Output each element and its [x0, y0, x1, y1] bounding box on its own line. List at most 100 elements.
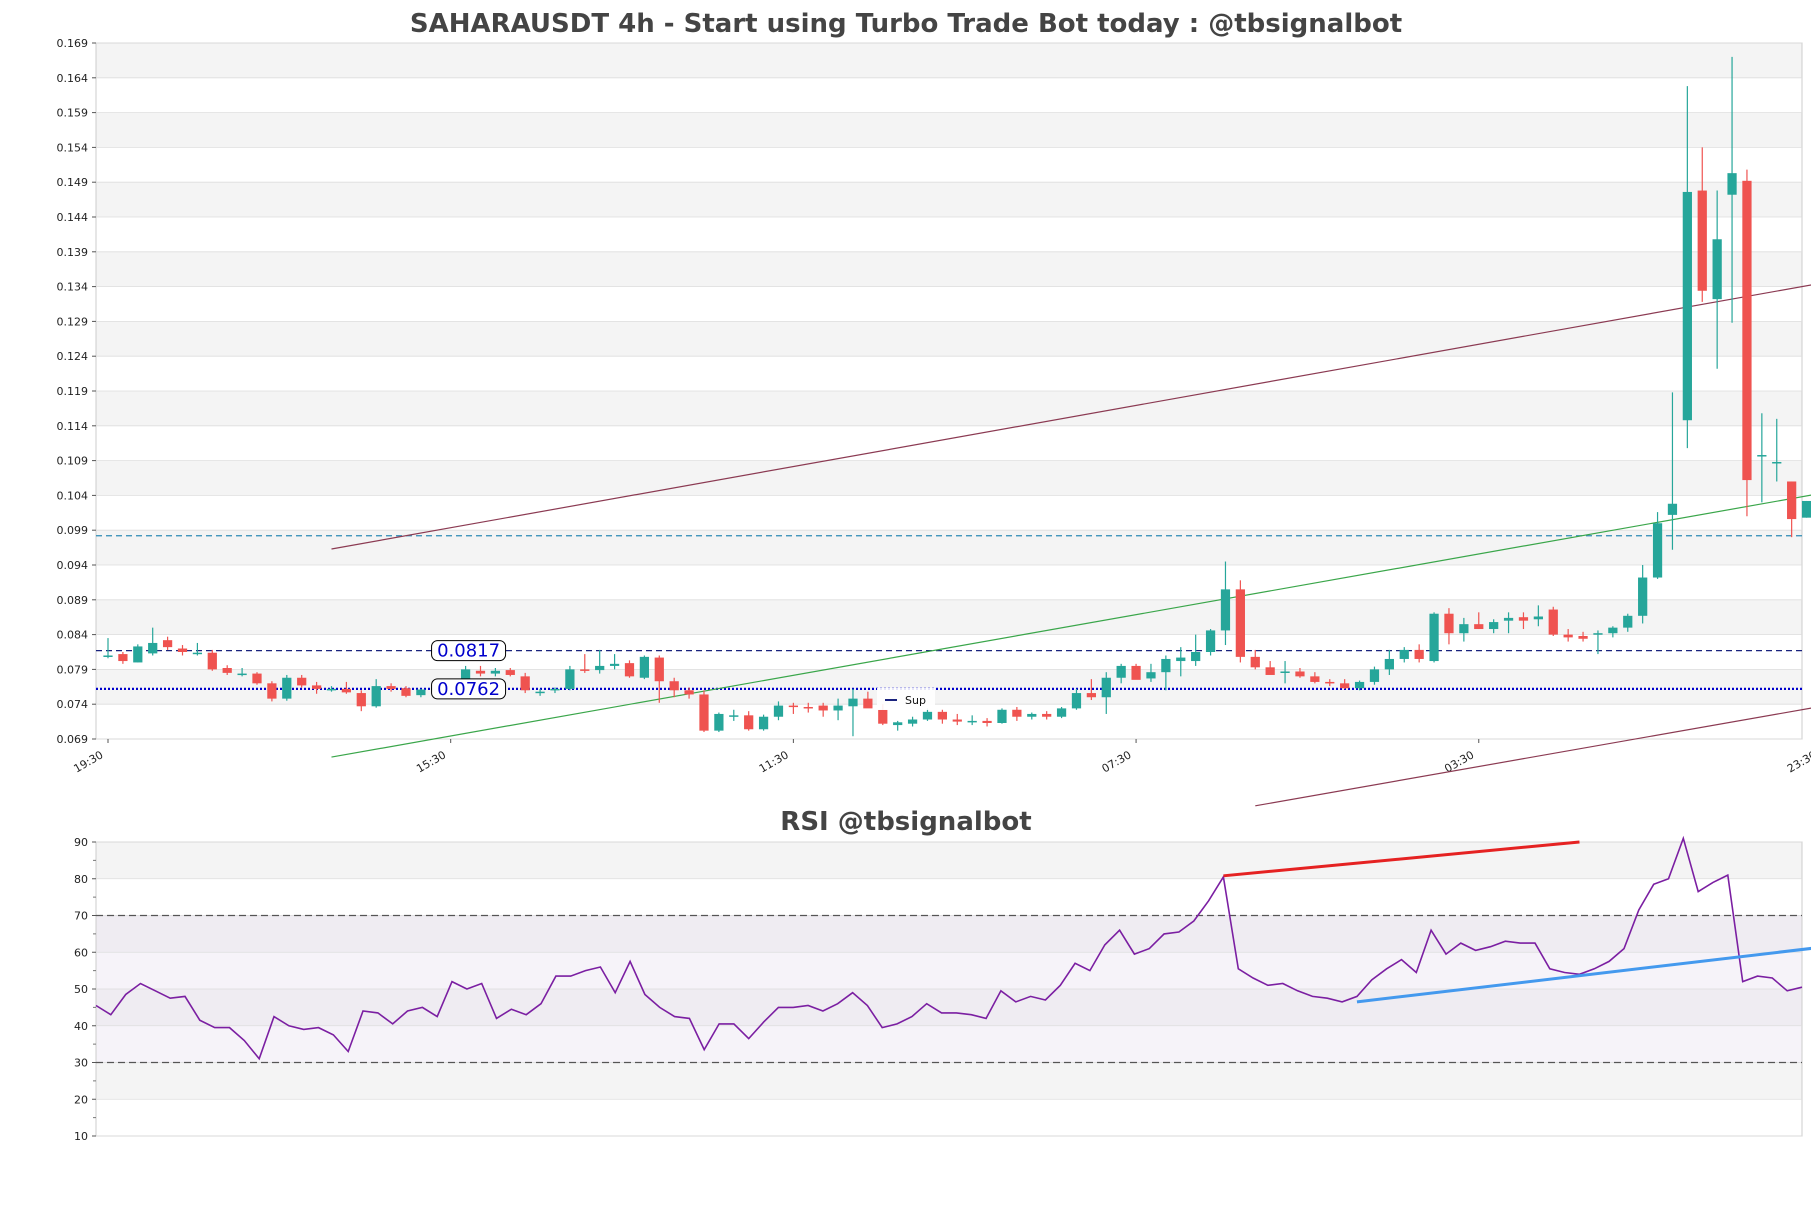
candle-body: [326, 688, 337, 691]
candle-body: [1250, 656, 1260, 668]
rsi-y-tick-label: 90: [74, 836, 88, 849]
candle-body: [937, 711, 947, 720]
bullish-candle: [133, 644, 143, 663]
candle-body: [714, 713, 724, 731]
price-x-tick-label: 23:30: [1785, 748, 1811, 775]
candle-body: [1742, 180, 1752, 481]
candle-body: [699, 694, 709, 731]
candle-body: [148, 642, 158, 654]
price-x-tick-label: 07:30: [1100, 748, 1134, 775]
candle-body: [1682, 191, 1692, 421]
candle-body: [1518, 617, 1529, 621]
chart-svg: SAHARAUSDT 4h - Start using Turbo Trade …: [57, 9, 1811, 1143]
candle-body: [952, 719, 962, 722]
candle-body: [1325, 681, 1335, 684]
candle-body: [907, 719, 918, 724]
candle-body: [654, 657, 664, 682]
price-grid-band: [96, 704, 1802, 739]
bearish-candle: [699, 690, 709, 733]
candle-body: [1235, 589, 1245, 657]
price-y-tick-label: 0.089: [57, 594, 89, 607]
candle-body: [475, 670, 486, 674]
candle-body: [1593, 633, 1603, 635]
price-grid-band: [96, 112, 1802, 148]
price-y-tick-label: 0.139: [57, 246, 89, 259]
candle-body: [1116, 665, 1126, 678]
candle-body: [1727, 173, 1737, 195]
candle-body: [1712, 239, 1722, 300]
candle-body: [1042, 713, 1052, 717]
price-y-tick-label: 0.144: [57, 211, 89, 224]
rsi-grid-band: [96, 1062, 1802, 1100]
price-y-tick-label: 0.069: [57, 733, 89, 746]
candle-body: [803, 706, 813, 709]
bearish-candle: [207, 649, 217, 671]
price-x-tick-label: 15:30: [414, 748, 448, 775]
rsi-y-tick-label: 20: [74, 1093, 88, 1106]
bearish-candle: [1548, 606, 1558, 636]
candle-body: [177, 648, 188, 652]
bearish-candle: [267, 681, 277, 702]
candle-body: [505, 670, 515, 675]
candle-body: [878, 709, 888, 724]
price-grid-band: [96, 495, 1802, 531]
candle-body: [1429, 613, 1439, 662]
candle-body: [237, 673, 247, 676]
price-y-tick-label: 0.149: [57, 176, 89, 189]
candle-body: [833, 705, 843, 711]
candle-body: [893, 722, 903, 726]
candle-body: [297, 677, 307, 686]
rsi-y-tick-label: 50: [74, 983, 88, 996]
price-grid-band: [96, 669, 1802, 705]
candle-body: [1757, 455, 1767, 457]
candle-body: [311, 685, 322, 689]
rsi-chart-title: RSI @tbsignalbot: [780, 807, 1031, 837]
candle-body: [967, 720, 977, 723]
price-grid-band: [96, 217, 1802, 252]
candle-body: [1086, 693, 1096, 698]
candle-body: [1310, 676, 1320, 682]
candle-body: [818, 705, 828, 711]
candle-body: [744, 715, 754, 730]
candle-body: [1489, 622, 1499, 630]
price-grid-band: [96, 634, 1802, 670]
legend-label-sup: Sup: [905, 694, 926, 707]
rsi-y-tick-label: 80: [74, 873, 88, 886]
candle-body: [1444, 613, 1454, 634]
candle-body: [207, 652, 217, 670]
price-y-tick-label: 0.114: [57, 420, 89, 433]
level-label: 0.0817: [437, 641, 500, 662]
candle-body: [1071, 693, 1082, 709]
rsi-grid-band: [96, 842, 1802, 879]
candle-body: [1205, 630, 1216, 652]
candle-body: [1369, 669, 1380, 682]
bearish-candle: [1235, 580, 1245, 663]
candle-body: [1533, 616, 1543, 620]
candle-body: [1280, 671, 1290, 673]
candle-body: [1295, 671, 1305, 677]
candle-body: [997, 709, 1007, 723]
candle-body: [1459, 624, 1469, 634]
candle-body: [1608, 627, 1618, 634]
price-y-tick-label: 0.099: [57, 524, 89, 537]
price-grid-band: [96, 425, 1802, 461]
candle-body: [788, 705, 798, 708]
candle-body: [222, 668, 232, 673]
candle-body: [684, 690, 694, 695]
bullish-candle: [1205, 629, 1216, 656]
price-y-tick-label: 0.169: [57, 37, 89, 50]
candle-body: [1101, 677, 1111, 698]
price-grid-band: [96, 391, 1802, 426]
rsi-grid-band: [96, 1099, 1802, 1136]
candle-body: [550, 688, 560, 691]
candle-body: [162, 640, 173, 648]
chart-stage: SAHARAUSDT 4h - Start using Turbo Trade …: [0, 0, 1811, 1208]
candle-body: [520, 676, 530, 691]
price-grid-band: [96, 147, 1802, 183]
candle-body: [1176, 657, 1186, 662]
price-x-tick-label: 11:30: [757, 748, 791, 775]
candle-body: [1801, 500, 1811, 518]
candle-body: [341, 688, 352, 693]
candle-body: [639, 656, 650, 678]
candle-body: [267, 683, 277, 699]
